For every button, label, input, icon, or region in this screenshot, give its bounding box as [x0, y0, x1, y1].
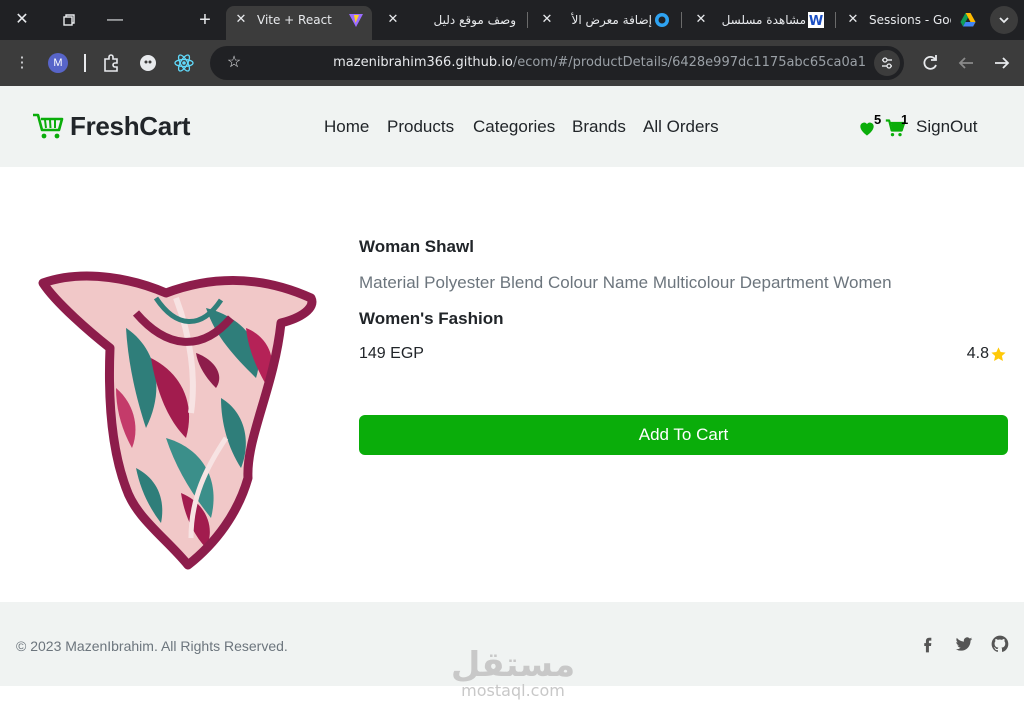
close-tab-icon[interactable]: ✕: [846, 6, 860, 34]
copyright-text: © 2023 MazenIbrahim. All Rights Reserved…: [16, 638, 288, 654]
back-arrow-icon[interactable]: [954, 51, 978, 75]
close-window-icon[interactable]: ✕: [10, 8, 34, 32]
tab-search-dropdown[interactable]: [990, 6, 1018, 34]
cart-logo-icon: [33, 113, 64, 139]
tab-watch-series[interactable]: ✕ مشاهدة مسلسل W: [688, 6, 828, 34]
add-to-cart-button[interactable]: Add To Cart: [359, 415, 1008, 455]
facebook-icon[interactable]: [918, 634, 938, 654]
tab-title: مشاهدة مسلسل: [721, 13, 806, 27]
twitter-icon[interactable]: [954, 634, 974, 654]
toolbar-divider: [84, 54, 86, 72]
wishlist-link[interactable]: 5: [857, 112, 885, 138]
nav-link-products[interactable]: Products: [387, 116, 454, 138]
profile-avatar[interactable]: M: [46, 51, 70, 75]
url-host: mazenibrahim366.github.io: [333, 55, 513, 70]
nav-link-home[interactable]: Home: [324, 116, 369, 138]
tab-add-gallery[interactable]: ✕ إضافة معرض الأ: [534, 6, 674, 34]
product-price: 149 EGP: [359, 345, 424, 362]
signout-link[interactable]: SignOut: [916, 116, 977, 138]
watermark-latin: mostaql.com: [461, 681, 565, 700]
github-icon[interactable]: [990, 634, 1010, 654]
reload-icon[interactable]: [918, 51, 942, 75]
mostaql-watermark: مستقل mostaql.com: [448, 648, 578, 700]
tab-title: Sessions - Goog: [869, 13, 951, 27]
product-image: [16, 238, 347, 646]
url-text[interactable]: mazenibrahim366.github.io/ecom/#/product…: [333, 46, 866, 80]
profile-initial: M: [53, 57, 63, 69]
circle-site-icon: [655, 13, 669, 27]
tab-title: Vite + React: [257, 13, 332, 27]
wishlist-count: 5: [874, 112, 882, 127]
shawl-image: [38, 271, 317, 570]
product-title: Woman Shawl: [359, 237, 474, 256]
browser-tab-strip: ✕ — + ✕ Vite + React ✕ وصف موقع دليل ✕ إ…: [0, 0, 1024, 40]
close-tab-icon[interactable]: ✕: [540, 6, 554, 34]
tab-website-guide[interactable]: ✕ وصف موقع دليل: [380, 6, 520, 34]
cart-link[interactable]: 1: [885, 112, 913, 138]
rating-value: 4.8: [966, 345, 989, 362]
minimize-window-icon[interactable]: —: [103, 8, 127, 32]
cart-count: 1: [901, 112, 909, 127]
google-drive-icon: [960, 13, 976, 27]
close-tab-icon[interactable]: ✕: [234, 6, 248, 34]
vite-logo-icon: [349, 14, 363, 27]
forward-arrow-icon[interactable]: [990, 51, 1014, 75]
tab-title: وصف موقع دليل: [433, 13, 517, 27]
tab-separator: [835, 12, 836, 28]
new-tab-icon[interactable]: +: [193, 8, 217, 32]
restore-window-icon[interactable]: [56, 8, 80, 32]
nav-link-brands[interactable]: Brands: [572, 116, 626, 138]
kebab-menu-icon[interactable]: ⋮: [10, 51, 34, 75]
react-devtools-icon[interactable]: [172, 51, 196, 75]
chevron-down-icon: [999, 17, 1009, 24]
product-description: Material Polyester Blend Colour Name Mul…: [359, 273, 892, 292]
browser-toolbar: ⋮ M ☆ mazenibrahim366.github.io/ecom/#/p…: [0, 40, 1024, 86]
tab-separator: [681, 12, 682, 28]
tab-sessions[interactable]: ✕ Sessions - Goog: [842, 6, 982, 34]
product-category: Women's Fashion: [359, 309, 504, 328]
nav-link-all-orders[interactable]: All Orders: [643, 116, 719, 138]
app-navbar: FreshCart Home Products Categories Brand…: [0, 86, 1024, 167]
url-path: /ecom/#/productDetails/6428e997dc1175abc…: [512, 55, 866, 70]
bookmark-star-icon[interactable]: ☆: [222, 51, 246, 75]
extension-circle-icon[interactable]: [136, 51, 160, 75]
tab-vite-react[interactable]: ✕ Vite + React: [226, 6, 372, 40]
product-rating: 4.8: [967, 345, 1007, 363]
nav-link-categories[interactable]: Categories: [473, 116, 555, 138]
tab-title: إضافة معرض الأ: [571, 13, 652, 27]
close-tab-icon[interactable]: ✕: [694, 6, 708, 34]
close-tab-icon[interactable]: ✕: [386, 6, 400, 34]
tab-separator: [527, 12, 528, 28]
address-bar[interactable]: ☆ mazenibrahim366.github.io/ecom/#/produ…: [210, 46, 904, 80]
brand-logo[interactable]: FreshCart: [32, 110, 190, 142]
watermark-arabic: مستقل: [450, 645, 576, 685]
svg-text:W: W: [809, 14, 823, 28]
extensions-icon[interactable]: [100, 51, 124, 75]
star-icon: [991, 346, 1006, 361]
w-site-icon: W: [808, 12, 824, 28]
brand-name: FreshCart: [70, 110, 191, 141]
site-settings-icon[interactable]: [874, 50, 900, 76]
